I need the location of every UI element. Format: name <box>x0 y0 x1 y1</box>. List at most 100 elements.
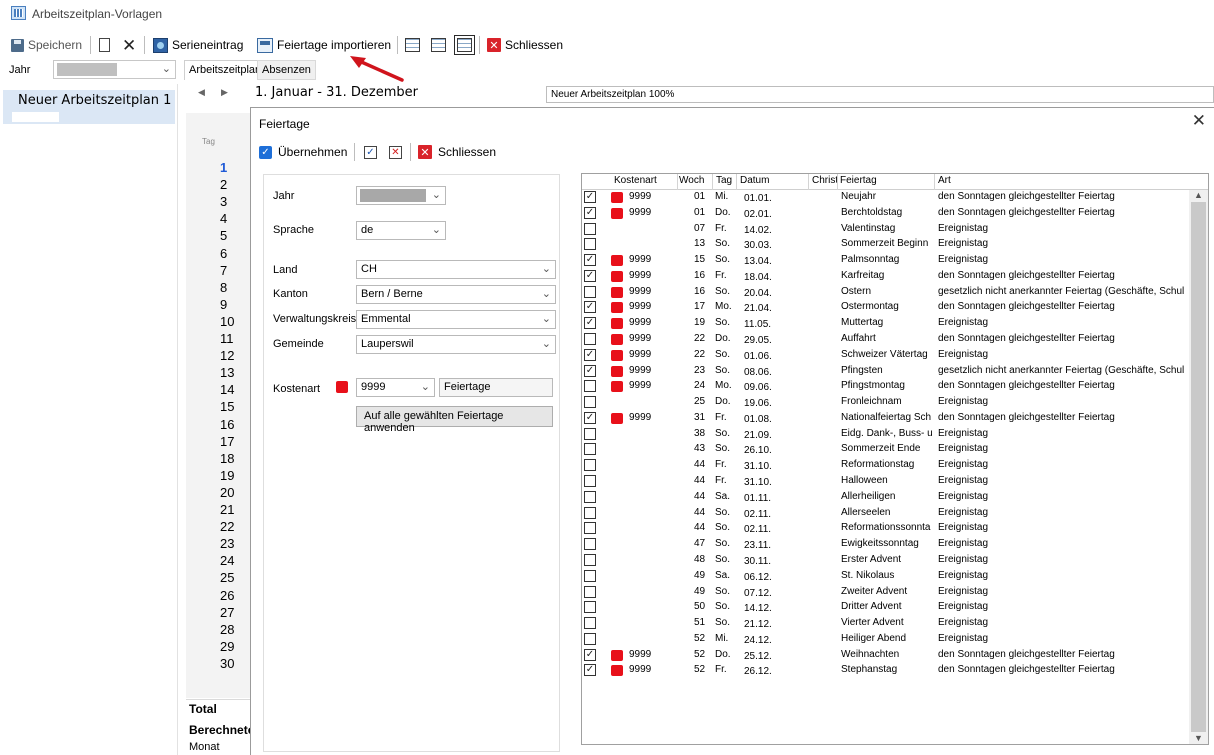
row-checkbox[interactable] <box>584 553 596 566</box>
table-row[interactable]: 44 Fr. 31.10. Halloween Ereignistag <box>582 474 1189 490</box>
table-row[interactable]: 47 So. 23.11. Ewigkeitssonntag Ereignistag <box>582 537 1189 553</box>
col-kostenart[interactable]: Kostenart <box>614 175 674 186</box>
table-row[interactable]: ✓ 9999 52 Fr. 26.12. Stephanstag den Sonntagen… <box>582 663 1189 679</box>
row-checkbox[interactable]: ✓ <box>584 648 596 661</box>
table-row[interactable]: 13 So. 30.03. Sommerzeit Beginn Ereignistag <box>582 237 1189 253</box>
col-tag[interactable]: Tag <box>716 175 738 186</box>
close-icon[interactable]: ✕ <box>1192 111 1206 131</box>
table-row[interactable]: 49 So. 07.12. Zweiter Advent Ereignistag <box>582 585 1189 601</box>
table-row[interactable]: 44 Sa. 01.11. Allerheiligen Ereignistag <box>582 490 1189 506</box>
table-row[interactable]: 07 Fr. 14.02. Valentinstag Ereignistag <box>582 222 1189 238</box>
table-row[interactable]: 44 So. 02.11. Reformationssonnta Ereignistag <box>582 521 1189 537</box>
table-row[interactable]: 49 Sa. 06.12. St. Nikolaus Ereignistag <box>582 569 1189 585</box>
row-checkbox[interactable] <box>584 222 596 235</box>
next-arrow-icon[interactable]: ▶ <box>221 87 228 98</box>
gemeinde-select[interactable]: Lauperswil ⌄ <box>356 335 556 354</box>
row-checkbox[interactable]: ✓ <box>584 317 596 330</box>
table-row[interactable]: 9999 22 Do. 29.05. Auffahrt den Sonntagen gle… <box>582 332 1189 348</box>
jahr-select[interactable]: ⌄ <box>356 186 446 205</box>
row-checkbox[interactable] <box>584 333 596 346</box>
row-checkbox[interactable] <box>584 585 596 598</box>
row-checkbox[interactable]: ✓ <box>584 191 596 203</box>
row-checkbox[interactable] <box>584 238 596 251</box>
row-checkbox[interactable] <box>584 506 596 519</box>
row-checkbox[interactable] <box>584 459 596 472</box>
table-row[interactable]: ✓ 9999 01 Do. 02.01. Berchtoldstag den Sonntag… <box>582 206 1189 222</box>
table-row[interactable]: 48 So. 30.11. Erster Advent Ereignistag <box>582 553 1189 569</box>
row-checkbox[interactable] <box>584 617 596 630</box>
serieneintrag-button[interactable]: Serieneintrag <box>153 33 243 57</box>
row-checkbox[interactable] <box>584 632 596 645</box>
row-checkbox[interactable] <box>584 538 596 551</box>
list-item[interactable]: Neuer Arbeitszeitplan 1 <box>3 90 175 124</box>
row-checkbox[interactable] <box>584 490 596 503</box>
table-row[interactable]: ✓ 9999 52 Do. 25.12. Weihnachten den Sonntagen… <box>582 648 1189 664</box>
deselect-all-button[interactable]: ✕ <box>389 142 402 162</box>
col-art[interactable]: Art <box>938 175 998 186</box>
view-year-button[interactable] <box>405 33 420 57</box>
view-month-button[interactable] <box>431 33 446 57</box>
save-button[interactable]: Speichern <box>11 33 82 57</box>
jahr-dropdown[interactable]: ⌄ <box>53 60 176 79</box>
col-feiertag[interactable]: Feiertag <box>840 175 930 186</box>
scroll-down-icon[interactable]: ▼ <box>1194 733 1203 743</box>
sprache-select[interactable]: de ⌄ <box>356 221 446 240</box>
col-woche[interactable]: Woch <box>679 175 712 186</box>
table-row[interactable]: 44 Fr. 31.10. Reformationstag Ereignistag <box>582 458 1189 474</box>
row-checkbox[interactable]: ✓ <box>584 411 596 424</box>
row-checkbox[interactable] <box>584 396 596 409</box>
table-row[interactable]: 38 So. 21.09. Eidg. Dank-, Buss- u Ereignist… <box>582 427 1189 443</box>
col-christlich[interactable]: Christl <box>812 175 837 186</box>
vertical-scrollbar[interactable]: ▲ ▼ <box>1189 190 1208 744</box>
row-checkbox[interactable]: ✓ <box>584 254 596 267</box>
row-checkbox[interactable]: ✓ <box>584 348 596 361</box>
table-row[interactable]: ✓ 9999 15 So. 13.04. Palmsonntag Ereignistag <box>582 253 1189 269</box>
table-row[interactable]: ✓ 9999 31 Fr. 01.08. Nationalfeiertag Sch den … <box>582 411 1189 427</box>
row-checkbox[interactable]: ✓ <box>584 664 596 677</box>
table-row[interactable]: ✓ 9999 17 Mo. 21.04. Ostermontag den Sonntagen… <box>582 300 1189 316</box>
table-row[interactable]: ✓ 9999 16 Fr. 18.04. Karfreitag den Sonntagen … <box>582 269 1189 285</box>
new-button[interactable] <box>99 33 110 57</box>
verwaltungskreis-select[interactable]: Emmental ⌄ <box>356 310 556 329</box>
table-row[interactable]: 52 Mi. 24.12. Heiliger Abend Ereignistag <box>582 632 1189 648</box>
table-row[interactable]: ✓ 9999 23 So. 08.06. Pfingsten gesetzlich nich… <box>582 364 1189 380</box>
land-select[interactable]: CH ⌄ <box>356 260 556 279</box>
select-all-button[interactable]: ✓ <box>364 142 377 162</box>
col-datum[interactable]: Datum <box>740 175 790 186</box>
table-row[interactable]: ✓ 9999 22 So. 01.06. Schweizer Vätertag Ereign… <box>582 348 1189 364</box>
table-row[interactable]: ✓ 9999 19 So. 11.05. Muttertag Ereignistag <box>582 316 1189 332</box>
uebernehmen-button[interactable]: ✓ Übernehmen <box>259 142 347 162</box>
row-checkbox[interactable] <box>584 475 596 488</box>
table-row[interactable]: 50 So. 14.12. Dritter Advent Ereignistag <box>582 600 1189 616</box>
plan-name-field[interactable]: Neuer Arbeitszeitplan 100% <box>546 86 1214 103</box>
scroll-up-icon[interactable]: ▲ <box>1194 190 1203 200</box>
tab-absenzen[interactable]: Absenzen <box>257 60 316 80</box>
table-row[interactable]: 43 So. 26.10. Sommerzeit Ende Ereignistag <box>582 442 1189 458</box>
row-checkbox[interactable]: ✓ <box>584 301 596 314</box>
delete-button[interactable]: ✕ <box>122 33 136 57</box>
view-list-button[interactable] <box>454 33 475 57</box>
scrollbar-thumb[interactable] <box>1191 202 1206 732</box>
row-checkbox[interactable] <box>584 380 596 393</box>
table-row[interactable]: 51 So. 21.12. Vierter Advent Ereignistag <box>582 616 1189 632</box>
row-checkbox[interactable]: ✓ <box>584 364 596 377</box>
table-row[interactable]: 44 So. 02.11. Allerseelen Ereignistag <box>582 506 1189 522</box>
row-checkbox[interactable] <box>584 569 596 582</box>
row-checkbox[interactable] <box>584 443 596 456</box>
table-row[interactable]: ✓ 9999 01 Mi. 01.01. Neujahr den Sonntagen gle… <box>582 190 1189 206</box>
tab-arbeitszeitplan[interactable]: Arbeitszeitplan <box>184 60 267 80</box>
kostenart-select[interactable]: 9999 ⌄ <box>356 378 435 397</box>
table-row[interactable]: 9999 24 Mo. 09.06. Pfingstmontag den Sonntage… <box>582 379 1189 395</box>
table-row[interactable]: 9999 16 So. 20.04. Ostern gesetzlich nicht an… <box>582 285 1189 301</box>
feiertage-importieren-button[interactable]: Feiertage importieren <box>257 33 391 57</box>
row-checkbox[interactable]: ✓ <box>584 206 596 219</box>
prev-arrow-icon[interactable]: ◀ <box>198 87 205 98</box>
dialog-close-button[interactable]: ✕ Schliessen <box>418 142 496 162</box>
row-checkbox[interactable] <box>584 601 596 614</box>
row-checkbox[interactable] <box>584 427 596 440</box>
apply-to-all-button[interactable]: Auf alle gewählten Feiertage anwenden <box>356 406 553 434</box>
row-checkbox[interactable]: ✓ <box>584 269 596 282</box>
close-button[interactable]: ✕ Schliessen <box>487 33 563 57</box>
table-row[interactable]: 25 Do. 19.06. Fronleichnam Ereignistag <box>582 395 1189 411</box>
row-checkbox[interactable] <box>584 522 596 535</box>
